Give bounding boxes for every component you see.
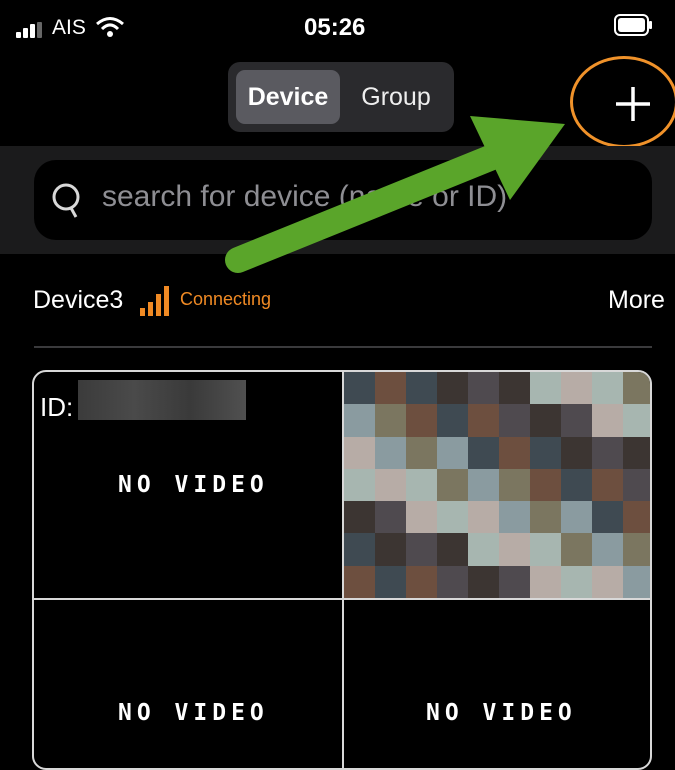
device-id-label: ID:	[40, 392, 74, 422]
video-channel-3[interactable]: NO VIDEO	[34, 600, 342, 768]
connection-status: Connecting	[180, 289, 272, 309]
video-channel-4[interactable]: NO VIDEO	[344, 600, 650, 768]
preview-pixel	[406, 565, 437, 598]
preview-pixel	[344, 372, 375, 405]
preview-pixel	[375, 372, 406, 405]
arrow-icon	[225, 116, 565, 273]
preview-pixel	[592, 533, 623, 566]
preview-pixel	[561, 436, 592, 469]
preview-pixel	[468, 565, 499, 598]
preview-pixel	[437, 533, 468, 566]
preview-pixel	[561, 468, 592, 502]
preview-pixel	[530, 372, 561, 405]
preview-pixel	[468, 372, 499, 405]
preview-pixel	[375, 468, 406, 502]
preview-pixel	[592, 501, 623, 534]
preview-pixel	[406, 436, 437, 469]
signal-bars-icon	[16, 22, 50, 38]
preview-pixel	[499, 372, 530, 405]
divider	[34, 346, 652, 348]
preview-pixel	[499, 436, 530, 469]
grid-divider-horizontal	[34, 598, 650, 600]
preview-pixel	[437, 436, 468, 469]
preview-pixel	[592, 468, 623, 502]
preview-pixel	[375, 533, 406, 566]
preview-pixel	[344, 565, 375, 598]
preview-pixel	[623, 468, 650, 502]
preview-pixel	[561, 533, 592, 566]
preview-pixel	[561, 372, 592, 405]
preview-pixel	[530, 468, 561, 502]
grid-divider-vertical	[342, 372, 344, 768]
preview-pixel	[406, 372, 437, 405]
preview-pixel	[468, 501, 499, 534]
preview-pixel	[468, 468, 499, 502]
preview-pixel	[530, 436, 561, 469]
connection-signal-icon	[140, 286, 176, 316]
video-grid: ID: NO VIDEO NO VIDEO NO VIDEO	[32, 370, 652, 770]
preview-pixel	[375, 404, 406, 437]
preview-pixel	[468, 436, 499, 469]
preview-pixel	[499, 565, 530, 598]
video-channel-1[interactable]: ID: NO VIDEO	[34, 372, 342, 598]
preview-pixel	[344, 404, 375, 437]
preview-pixel	[561, 565, 592, 598]
preview-pixel	[592, 372, 623, 405]
preview-pixel	[530, 533, 561, 566]
preview-pixel	[499, 468, 530, 502]
no-video-label: NO VIDEO	[118, 700, 269, 726]
preview-pixel	[623, 372, 650, 405]
search-icon	[52, 183, 80, 218]
preview-pixel	[468, 404, 499, 437]
preview-pixel	[592, 404, 623, 437]
no-video-label: NO VIDEO	[426, 700, 577, 726]
preview-pixel	[623, 404, 650, 437]
preview-pixel	[592, 565, 623, 598]
preview-pixel	[406, 501, 437, 534]
status-time: 05:26	[304, 14, 366, 41]
preview-pixel	[623, 565, 650, 598]
preview-pixel	[437, 404, 468, 437]
carrier-name: AIS	[52, 16, 86, 39]
preview-pixel	[437, 501, 468, 534]
preview-pixel	[344, 533, 375, 566]
preview-pixel	[530, 404, 561, 437]
preview-pixel	[530, 501, 561, 534]
preview-pixel	[623, 436, 650, 469]
preview-pixel	[406, 468, 437, 502]
preview-pixel	[561, 501, 592, 534]
preview-pixel	[623, 533, 650, 566]
preview-pixel	[592, 436, 623, 469]
preview-pixel	[344, 436, 375, 469]
preview-pixel	[499, 533, 530, 566]
preview-pixel	[437, 468, 468, 502]
preview-pixel	[406, 404, 437, 437]
preview-pixel	[375, 501, 406, 534]
preview-pixel	[530, 565, 561, 598]
wifi-icon	[96, 17, 124, 37]
device-name[interactable]: Device3	[33, 286, 123, 315]
preview-pixel	[623, 501, 650, 534]
more-button[interactable]: More	[608, 286, 665, 315]
preview-pixel	[344, 468, 375, 502]
no-video-label: NO VIDEO	[118, 472, 269, 498]
preview-pixel	[561, 404, 592, 437]
preview-pixel	[499, 404, 530, 437]
preview-pixel	[375, 436, 406, 469]
preview-pixel	[375, 565, 406, 598]
preview-pixel	[437, 565, 468, 598]
preview-pixel	[344, 501, 375, 534]
preview-pixel	[406, 533, 437, 566]
device-id-redacted	[78, 380, 246, 420]
status-bar: AIS 05:26	[0, 0, 675, 56]
preview-pixel	[437, 372, 468, 405]
preview-pixel	[499, 501, 530, 534]
battery-icon	[614, 14, 652, 36]
video-channel-2-preview[interactable]	[344, 372, 650, 598]
highlight-circle	[570, 56, 675, 148]
preview-pixel	[468, 533, 499, 566]
